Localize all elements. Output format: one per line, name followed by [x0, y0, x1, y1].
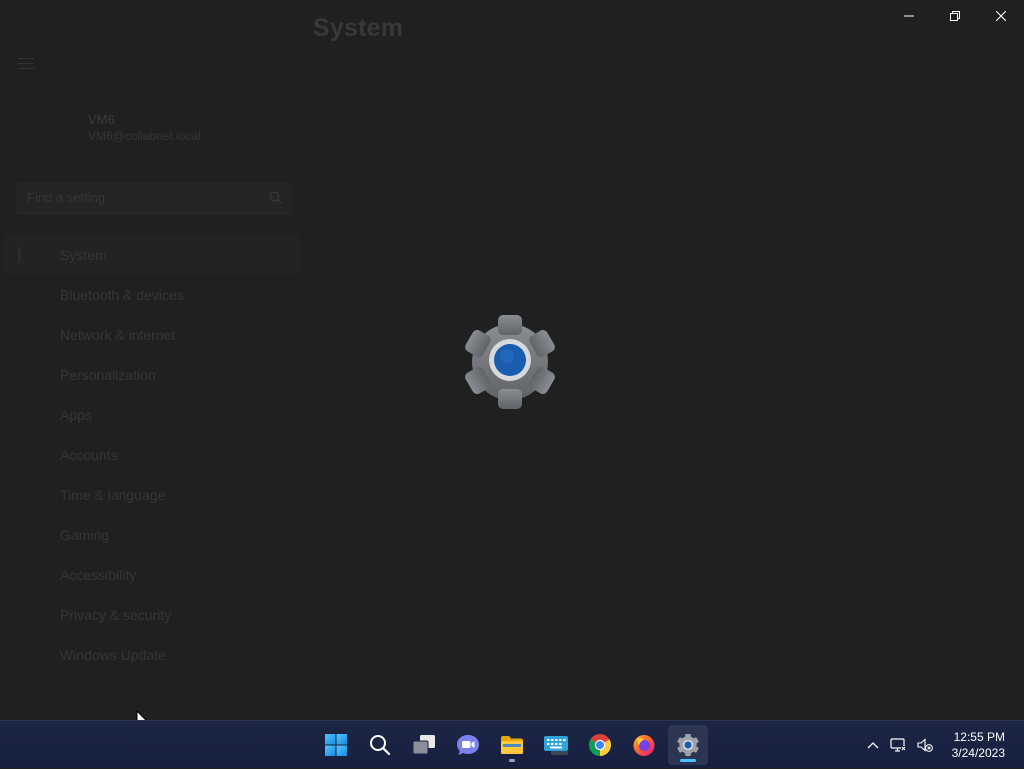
- taskbar-task-view-button[interactable]: [404, 725, 444, 765]
- nav-item-label: Network & internet: [60, 327, 176, 343]
- taskbar-chat-button[interactable]: [448, 725, 488, 765]
- search-placeholder: Find a setting: [27, 190, 106, 205]
- settings-nav: System Bluetooth & devices Network & int…: [0, 234, 304, 674]
- close-button[interactable]: [978, 0, 1024, 32]
- chrome-icon: [589, 734, 611, 756]
- account-info[interactable]: VM6 VM6@collabnet.local: [88, 112, 201, 143]
- taskbar-clock[interactable]: 12:55 PM 3/24/2023: [952, 729, 1005, 761]
- taskbar-chrome-button[interactable]: [580, 725, 620, 765]
- active-indicator: [680, 759, 696, 762]
- network-icon: [890, 738, 906, 752]
- restore-icon: [950, 11, 960, 21]
- nav-item-personalization[interactable]: Personalization: [4, 354, 300, 394]
- search-icon: [269, 191, 282, 204]
- nav-item-system[interactable]: System: [4, 234, 300, 274]
- chat-icon: [457, 735, 479, 755]
- firefox-icon: [633, 735, 655, 756]
- nav-item-apps[interactable]: Apps: [4, 394, 300, 434]
- close-icon: [996, 11, 1006, 21]
- nav-item-bluetooth-devices[interactable]: Bluetooth & devices: [4, 274, 300, 314]
- minimize-button[interactable]: [886, 0, 932, 32]
- clock-time: 12:55 PM: [953, 730, 1005, 744]
- nav-item-accessibility[interactable]: Accessibility: [4, 554, 300, 594]
- taskbar-file-explorer-button[interactable]: [492, 725, 532, 765]
- restore-button[interactable]: [932, 0, 978, 32]
- nav-item-privacy-security[interactable]: Privacy & security: [4, 594, 300, 634]
- volume-muted-icon: [917, 738, 933, 752]
- settings-gear-icon: [465, 315, 555, 409]
- volume-button[interactable]: [912, 721, 938, 769]
- task-view-icon: [412, 735, 435, 755]
- nav-item-gaming[interactable]: Gaming: [4, 514, 300, 554]
- settings-gear-icon: [677, 733, 699, 757]
- mouse-cursor-icon: [136, 710, 147, 720]
- taskbar: 12:55 PM 3/24/2023: [0, 720, 1024, 768]
- page-title: System: [313, 14, 404, 42]
- chevron-up-icon: [867, 742, 879, 749]
- nav-item-label: Bluetooth & devices: [60, 287, 184, 303]
- account-email: VM6@collabnet.local: [88, 129, 201, 143]
- nav-item-accounts[interactable]: Accounts: [4, 434, 300, 474]
- window-controls: [886, 0, 1024, 32]
- windows-start-icon: [325, 734, 347, 756]
- network-status-button[interactable]: [884, 721, 912, 769]
- taskbar-settings-button[interactable]: [668, 725, 708, 765]
- taskbar-start-button[interactable]: [316, 725, 356, 765]
- hamburger-menu-icon[interactable]: [18, 58, 34, 70]
- nav-item-label: Time & language: [60, 487, 166, 503]
- taskbar-keyboard-button[interactable]: [536, 725, 576, 765]
- nav-item-label: Apps: [60, 407, 92, 423]
- tray-overflow-button[interactable]: [862, 721, 884, 769]
- minimize-icon: [904, 15, 914, 17]
- taskbar-search-button[interactable]: [360, 725, 400, 765]
- clock-date: 3/24/2023: [951, 746, 1005, 760]
- folder-icon: [501, 736, 523, 754]
- nav-item-label: System: [60, 247, 107, 263]
- selection-indicator: [18, 247, 21, 263]
- keyboard-icon: [544, 736, 568, 755]
- account-name: VM6: [88, 112, 115, 127]
- nav-item-label: Personalization: [60, 367, 156, 383]
- nav-item-time-language[interactable]: Time & language: [4, 474, 300, 514]
- search-icon: [370, 735, 391, 756]
- nav-item-label: Windows Update: [60, 647, 166, 663]
- nav-item-network-internet[interactable]: Network & internet: [4, 314, 300, 354]
- nav-item-label: Accessibility: [60, 567, 137, 583]
- nav-item-label: Gaming: [60, 527, 110, 543]
- settings-search-field[interactable]: Find a setting: [16, 182, 292, 214]
- running-indicator: [509, 759, 515, 762]
- nav-item-label: Privacy & security: [60, 607, 172, 623]
- settings-window: System VM6 VM6@collabnet.local Find a se…: [0, 0, 1024, 720]
- nav-item-label: Accounts: [60, 447, 118, 463]
- taskbar-firefox-button[interactable]: [624, 725, 664, 765]
- system-tray: [862, 721, 938, 769]
- nav-item-windows-update[interactable]: Windows Update: [4, 634, 300, 674]
